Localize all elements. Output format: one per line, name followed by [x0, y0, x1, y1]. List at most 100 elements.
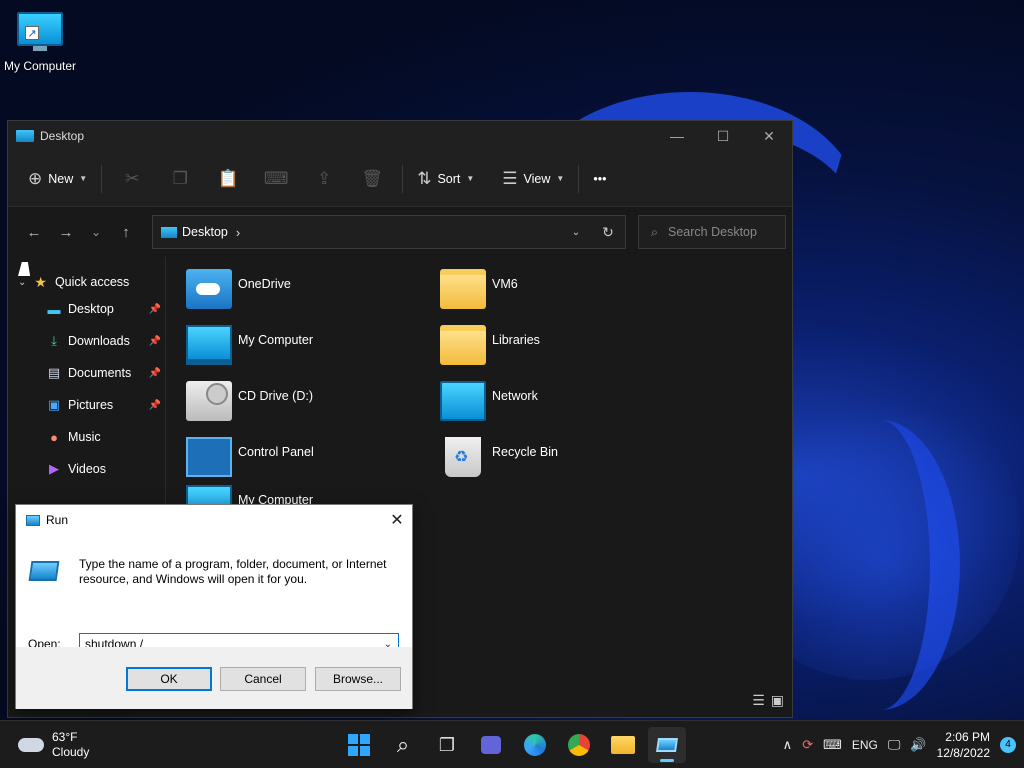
desktop-icon-label: My Computer — [4, 59, 77, 73]
chevron-down-icon[interactable]: ⌄ — [18, 277, 26, 288]
title-bar[interactable]: Desktop — ☐ ✕ — [8, 121, 792, 151]
chevron-down-icon[interactable]: ⌄ — [561, 227, 591, 238]
shortcut-arrow-icon: ↗ — [25, 26, 39, 40]
keyboard-icon[interactable]: ⌨ — [823, 737, 842, 753]
start-button[interactable] — [340, 727, 378, 763]
new-button[interactable]: ⊕ New ▼ — [20, 163, 95, 195]
cut-icon[interactable]: ✂ — [108, 169, 156, 189]
maximize-button[interactable]: ☐ — [700, 121, 746, 151]
system-tray: ∧ ⟳ ⌨ ENG 🖵 🔊 2:06 PM 12/8/2022 4 — [783, 721, 1016, 768]
view-list-icon: ☰ — [502, 168, 518, 188]
delete-icon[interactable]: 🗑 — [348, 169, 396, 189]
weather-temp: 63°F — [52, 729, 78, 744]
file-item-my-computer[interactable]: My Computer — [186, 325, 313, 365]
star-icon: ★ — [34, 273, 47, 290]
weather-widget[interactable]: 63°F Cloudy — [0, 730, 300, 760]
update-icon[interactable]: ⟳ — [802, 737, 813, 753]
chevron-down-icon: ▼ — [466, 174, 475, 183]
up-arrow-icon[interactable]: ↑ — [110, 224, 142, 241]
address-bar[interactable]: Desktop › ⌄ ↻ — [152, 215, 626, 249]
run-button-bar: OK Cancel Browse... — [16, 647, 412, 709]
file-item-control-panel[interactable]: Control Panel — [186, 437, 314, 477]
ok-button[interactable]: OK — [126, 667, 212, 691]
sidebar-item-videos[interactable]: ▶ Videos — [8, 453, 165, 485]
sidebar-item-documents[interactable]: ▤ Documents 📌 — [8, 357, 165, 389]
sort-icon: ⇅ — [417, 168, 432, 188]
sidebar-item-desktop[interactable]: ▬ Desktop 📌 — [8, 293, 165, 325]
file-item-cd-drive[interactable]: CD Drive (D:) — [186, 381, 313, 421]
file-item-vm6[interactable]: VM6 — [440, 269, 518, 309]
download-icon: ⤓ — [51, 333, 57, 348]
forward-arrow-icon[interactable]: → — [50, 224, 82, 241]
chat-icon — [481, 736, 501, 754]
weather-condition: Cloudy — [52, 744, 90, 759]
edge-button[interactable] — [516, 727, 554, 763]
sidebar-item-downloads[interactable]: ⤓ Downloads 📌 — [8, 325, 165, 357]
desktop-icon-my-computer[interactable]: ↗ My Computer — [4, 10, 76, 73]
close-button[interactable]: ✕ — [746, 121, 792, 151]
task-view-button[interactable]: ❐ — [428, 727, 466, 763]
window-title: Desktop — [40, 129, 85, 143]
video-icon: ▶ — [49, 461, 59, 476]
back-arrow-icon[interactable]: ← — [18, 224, 50, 241]
sort-button[interactable]: ⇅ Sort ▼ — [409, 163, 482, 195]
teams-chat-button[interactable] — [472, 727, 510, 763]
search-input[interactable]: ⌕ Search Desktop — [638, 215, 786, 249]
more-options-button[interactable]: ••• — [585, 166, 614, 192]
run-title-bar[interactable]: Run ✕ — [16, 505, 412, 535]
chrome-icon — [568, 734, 590, 756]
recent-locations-icon[interactable]: ⌄ — [82, 225, 110, 239]
pin-icon: 📌 — [148, 303, 161, 315]
folder-icon — [440, 325, 486, 365]
paste-icon[interactable]: 📋 — [204, 169, 252, 189]
chevron-down-icon: ▼ — [79, 174, 88, 183]
large-icons-view-icon[interactable]: ▣ — [771, 692, 784, 709]
folder-icon — [440, 269, 486, 309]
file-item-onedrive[interactable]: OneDrive — [186, 269, 291, 309]
file-item-network[interactable]: Network — [440, 381, 538, 421]
edge-icon — [524, 734, 546, 756]
clock[interactable]: 2:06 PM 12/8/2022 — [937, 729, 990, 761]
language-indicator[interactable]: ENG — [852, 738, 878, 752]
folder-icon — [161, 226, 177, 238]
sidebar-item-music[interactable]: ● Music — [8, 421, 165, 453]
volume-icon[interactable]: 🔊 — [910, 737, 926, 753]
pin-icon: 📌 — [148, 367, 161, 379]
minimize-button[interactable]: — — [654, 121, 700, 151]
onedrive-folder-icon — [186, 269, 232, 309]
breadcrumb[interactable]: Desktop — [182, 225, 228, 239]
plus-circle-icon: ⊕ — [28, 168, 43, 188]
file-item-recycle-bin[interactable]: Recycle Bin — [440, 437, 558, 477]
search-button[interactable]: ⌕ — [384, 727, 422, 763]
folder-icon — [16, 130, 34, 142]
rename-icon[interactable]: ⌨ — [252, 169, 300, 189]
copy-icon[interactable]: ❐ — [156, 169, 204, 189]
desktop-icon: ▬ — [47, 301, 61, 317]
chevron-up-icon[interactable]: ∧ — [783, 737, 793, 753]
share-icon[interactable]: ⇪ — [300, 169, 348, 189]
cancel-button[interactable]: Cancel — [220, 667, 306, 691]
pin-icon: 📌 — [148, 399, 161, 411]
sidebar-item-pictures[interactable]: ▣ Pictures 📌 — [8, 389, 165, 421]
run-taskbar-button[interactable] — [648, 727, 686, 763]
file-explorer-icon — [611, 736, 635, 754]
refresh-icon[interactable]: ↻ — [591, 224, 625, 241]
notification-badge[interactable]: 4 — [1000, 737, 1016, 753]
details-view-icon[interactable]: ☰ — [752, 692, 765, 709]
close-button[interactable]: ✕ — [382, 510, 412, 530]
run-dialog: Run ✕ Type the name of a program, folder… — [15, 504, 413, 709]
file-item-libraries[interactable]: Libraries — [440, 325, 540, 365]
cd-drive-icon — [186, 381, 232, 421]
network-icon[interactable]: 🖵 — [888, 737, 901, 753]
file-explorer-button[interactable] — [604, 727, 642, 763]
sidebar-item-quick-access[interactable]: ⌄ ★ Quick access — [8, 271, 165, 293]
recycle-bin-icon — [445, 437, 481, 477]
cloud-icon — [18, 737, 44, 752]
run-title: Run — [46, 513, 69, 527]
browse-button[interactable]: Browse... — [315, 667, 401, 691]
breadcrumb-chevron-icon[interactable]: › — [236, 225, 561, 240]
run-icon — [656, 738, 678, 752]
chrome-button[interactable] — [560, 727, 598, 763]
search-icon: ⌕ — [651, 224, 659, 239]
view-button[interactable]: ☰ View ▼ — [494, 163, 572, 195]
